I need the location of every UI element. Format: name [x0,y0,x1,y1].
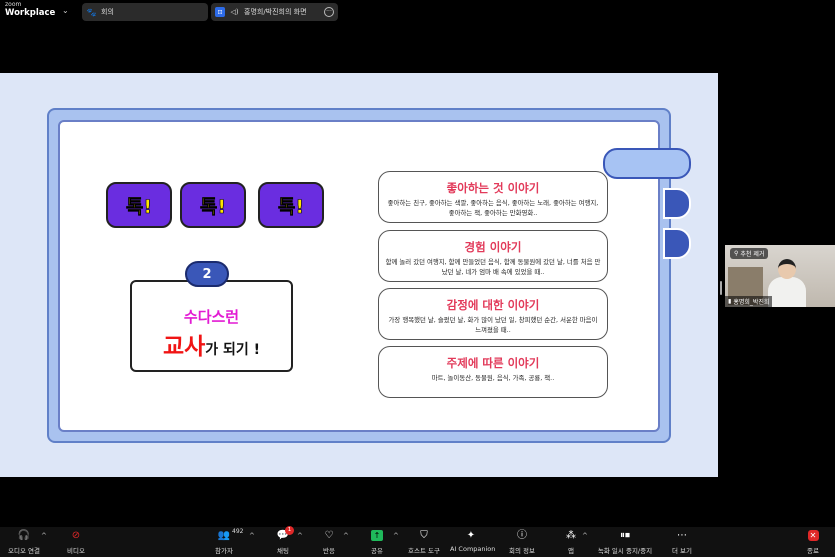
tab-screen-share[interactable]: ⊡ ◁) 홍명희/박진희의 화면 ··· [211,3,338,21]
section-number: 2 [185,261,229,287]
tab-screen-share-label: 홍명희/박진희의 화면 [244,8,307,16]
video-person-head [778,259,796,279]
title-box: 수다스런 교사가 되기 ! [130,280,293,372]
topic-desc: 좋아하는 친구, 좋아하는 색깔, 좋아하는 음식, 좋아하는 노래, 좋아하는… [387,199,599,217]
audio-label: 오디오 연결 [8,547,40,555]
participant-video-tile[interactable]: ⚲ 추천 제거 ▮ 홍명희_박진희 [725,245,835,307]
chat-notification-badge: 1 [285,526,294,535]
more-icon: ⋯ [677,530,687,541]
slide-tab-decoration [663,228,691,259]
topic-desc: 함께 놀러 갔던 여행지, 함께 만들었던 음식, 함께 동물원에 갔던 날, … [385,258,601,276]
topic-desc: 가장 행복했던 날, 슬펐던 날, 화가 많이 났던 일, 창피했던 순간, 서… [388,316,598,334]
share-label: 공유 [371,547,383,555]
title-rest: 가 되기 ! [205,342,261,358]
share-screen-icon: ↑ [366,530,388,543]
shield-icon: ⛉ [420,530,428,541]
participants-count: 492 [232,528,244,535]
record-controls-button[interactable]: ⏸⏹ 녹화 일시 중지/중지 [596,530,654,555]
close-icon: ✕ [803,530,823,543]
apps-button[interactable]: ⁂ 앱 [562,530,580,555]
react-label: 반응 [323,547,335,555]
sparkle-icon: ✦ [466,530,476,541]
tok-badge: 톡! [180,182,246,228]
audio-button[interactable]: 🎧 오디오 연결 [6,530,42,555]
end-label: 종료 [807,547,819,555]
zoom-window: zoom Workplace ⌄ 🐾 회의 ⊡ ◁) 홍명희/박진희의 화면 ·… [0,0,835,557]
zoom-logo[interactable]: zoom Workplace [5,2,55,18]
people-icon: 🐾 [86,7,97,17]
chat-label: 채팅 [277,547,289,555]
info-icon: ⓘ [517,530,527,541]
end-button[interactable]: ✕ 종료 [803,530,823,555]
participant-name: 홍명희_박진희 [733,299,770,306]
apps-icon: ⁂ [566,530,576,541]
meeting-info-label: 회의 정보 [509,547,535,555]
title-line1: 수다스런 [183,308,240,326]
meeting-toolbar: 🎧 오디오 연결 ^ ⊘ 비디오 👥 참가자 492 ^ 💬 채팅 1 ^ ♡ … [0,526,835,557]
topic-title: 경험 이야기 [464,240,522,254]
meeting-info-button[interactable]: ⓘ 회의 정보 [507,530,537,555]
more-options-icon[interactable]: ··· [324,7,334,17]
more-button[interactable]: ⋯ 더 보기 [670,530,694,555]
tab-meeting[interactable]: 🐾 회의 [82,3,208,21]
screen-share-icon: ⊡ [215,7,225,17]
title-big: 교사 [162,334,206,360]
chevron-up-icon[interactable]: ^ [297,532,303,540]
video-off-icon: ⊘ [71,530,81,541]
record-label: 녹화 일시 중지/중지 [597,547,653,555]
speaker-icon: ◁) [230,8,239,16]
ai-companion-label: AI Companion [450,545,496,553]
tab-meeting-label: 회의 [101,8,114,16]
slide-tab-decoration [663,188,691,219]
remove-spotlight-label: 추천 제거 [740,251,765,258]
video-person-body [768,277,806,307]
topic-title: 감정에 대한 이야기 [446,298,540,312]
chevron-up-icon[interactable]: ^ [41,532,47,540]
shared-screen: 톡! 톡! 톡! 수다스런 교사가 되기 ! 2 좋아하는 것 이야기 좋아하는… [0,73,718,477]
pin-icon: ⚲ [734,250,739,257]
participants-label: 참가자 [215,547,233,555]
topic-card: 주제에 따른 이야기 마트, 놀이동산, 동물원, 음식, 가족, 공룡, 책.… [378,346,608,398]
remove-spotlight-button[interactable]: ⚲ 추천 제거 [730,248,769,259]
topic-title: 주제에 따른 이야기 [446,356,540,370]
topic-card: 좋아하는 것 이야기 좋아하는 친구, 좋아하는 색깔, 좋아하는 음식, 좋아… [378,171,608,223]
react-button[interactable]: ♡ 반응 [318,530,340,555]
top-bar: zoom Workplace ⌄ 🐾 회의 ⊡ ◁) 홍명희/박진희의 화면 ·… [0,0,835,24]
title-line2: 교사가 되기 ! [132,327,291,361]
chevron-up-icon[interactable]: ^ [249,532,255,540]
host-tools-label: 호스트 도구 [408,547,440,555]
chevron-up-icon[interactable]: ^ [393,532,399,540]
video-button[interactable]: ⊘ 비디오 [62,530,90,555]
apps-label: 앱 [568,547,574,555]
slide-tab-decoration [603,148,691,179]
topic-title: 좋아하는 것 이야기 [446,181,540,195]
tok-badge: 톡! [258,182,324,228]
tok-badge: 톡! [106,182,172,228]
topic-desc: 마트, 놀이동산, 동물원, 음식, 가족, 공룡, 책.. [431,374,555,382]
video-label: 비디오 [67,547,85,555]
headphones-icon: 🎧 [17,530,31,541]
ai-companion-button[interactable]: ✦ AI Companion [450,530,496,553]
participant-name-label: ▮ 홍명희_박진희 [725,296,773,307]
brand-large: Workplace [5,8,56,18]
topic-card: 경험 이야기 함께 놀러 갔던 여행지, 함께 만들었던 음식, 함께 동물원에… [378,230,608,282]
host-tools-button[interactable]: ⛉ 호스트 도구 [406,530,442,555]
panel-resize-handle[interactable] [720,281,722,295]
topic-card: 감정에 대한 이야기 가장 행복했던 날, 슬펐던 날, 화가 많이 났던 일,… [378,288,608,340]
share-button[interactable]: ↑ 공유 [366,530,388,555]
heart-icon: ♡ [324,530,334,541]
chevron-up-icon[interactable]: ^ [343,532,349,540]
pause-stop-icon: ⏸⏹ [620,530,630,541]
chevron-down-icon[interactable]: ⌄ [62,6,69,15]
more-label: 더 보기 [671,547,692,555]
signal-bars-icon: ▮ [728,298,732,305]
chevron-up-icon[interactable]: ^ [582,532,588,540]
